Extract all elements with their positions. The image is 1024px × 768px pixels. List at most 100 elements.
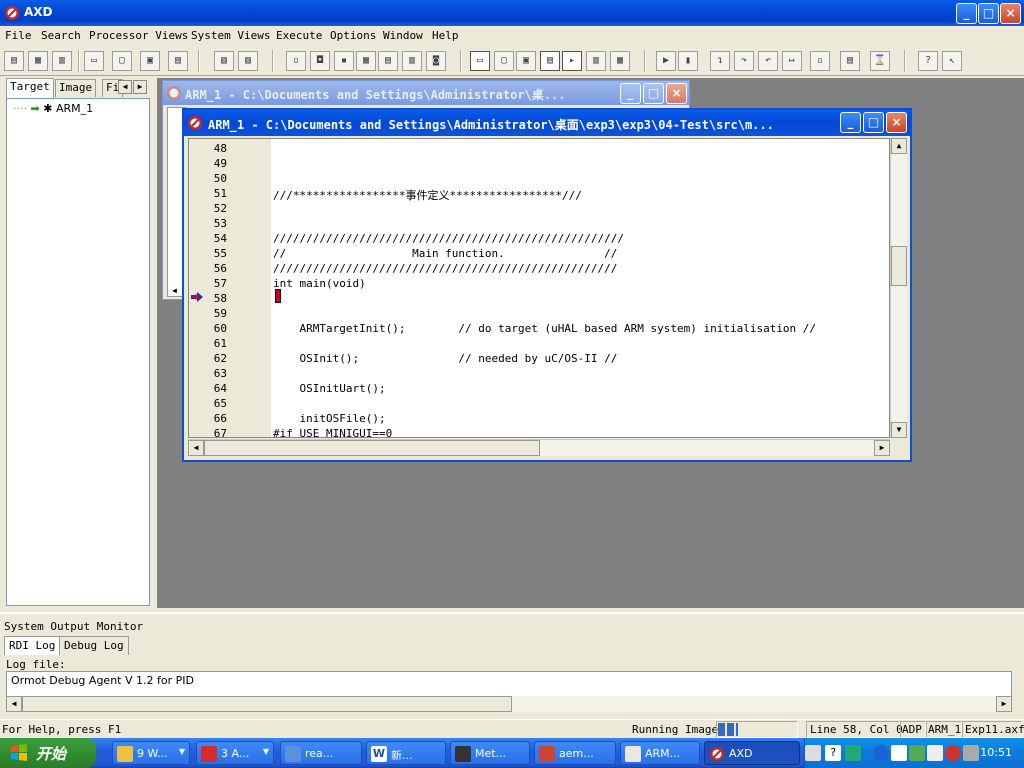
task-arm[interactable]: ARM... bbox=[620, 741, 700, 765]
close-button[interactable]: × bbox=[1000, 3, 1021, 24]
variables-view-icon[interactable]: ◘ bbox=[310, 51, 330, 71]
system-view-2-icon[interactable]: ▢ bbox=[494, 51, 514, 71]
display-icon[interactable] bbox=[963, 745, 979, 761]
horizontal-scroll-thumb[interactable] bbox=[204, 440, 540, 456]
step-in-icon[interactable]: ↴ bbox=[710, 51, 730, 71]
load-session-icon[interactable]: ▥ bbox=[52, 51, 72, 71]
network-icon[interactable] bbox=[891, 745, 907, 761]
line-number[interactable]: 57 bbox=[207, 277, 227, 290]
scroll-down-icon[interactable]: ▼ bbox=[891, 422, 907, 438]
run-to-cursor-icon[interactable]: ↦ bbox=[782, 51, 802, 71]
log-horizontal-scrollbar[interactable]: ◀ ▶ bbox=[6, 696, 1012, 712]
context-help-icon[interactable]: ↖ bbox=[942, 51, 962, 71]
system-view-3-icon[interactable]: ▣ bbox=[516, 51, 536, 71]
fg-maximize-button[interactable]: □ bbox=[863, 112, 884, 133]
vertical-scroll-thumb[interactable] bbox=[891, 246, 907, 286]
line-number[interactable]: 54 bbox=[207, 232, 227, 245]
go-icon[interactable]: ▶ bbox=[656, 51, 676, 71]
clipboard-icon[interactable]: ▤ bbox=[168, 51, 188, 71]
keyboard-icon[interactable] bbox=[805, 745, 821, 761]
tab-rdi-log[interactable]: RDI Log bbox=[4, 636, 61, 655]
open-file-icon[interactable]: ▭ bbox=[84, 51, 104, 71]
bg-minimize-button[interactable]: _ bbox=[620, 83, 641, 104]
log-scroll-right-icon[interactable]: ▶ bbox=[996, 696, 1012, 712]
line-number[interactable]: 67 bbox=[207, 427, 227, 437]
line-number[interactable]: 58 bbox=[207, 292, 227, 305]
source-window-active[interactable]: ARM_1 - C:\Documents and Settings\Admini… bbox=[182, 108, 912, 462]
fg-window-title-bar[interactable]: ARM_1 - C:\Documents and Settings\Admini… bbox=[184, 110, 910, 136]
code-line[interactable]: ARMTargetInit(); // do target (uHAL base… bbox=[273, 322, 816, 335]
line-number[interactable]: 59 bbox=[207, 307, 227, 320]
code-line[interactable]: int main(void) bbox=[273, 277, 366, 290]
code-line[interactable]: // Main function. // bbox=[273, 247, 617, 260]
line-number[interactable]: 63 bbox=[207, 367, 227, 380]
menu-system-views[interactable]: System Views bbox=[191, 29, 270, 42]
menu-options[interactable]: Options bbox=[330, 29, 376, 42]
hourglass-icon[interactable]: ⌛ bbox=[870, 51, 890, 71]
load-image-icon[interactable]: ▤ bbox=[4, 51, 24, 71]
copy-icon[interactable]: ▢ bbox=[112, 51, 132, 71]
line-number[interactable]: 51 bbox=[207, 187, 227, 200]
code-line[interactable]: ///*****************事件定义****************… bbox=[273, 187, 582, 203]
minimize-button[interactable]: _ bbox=[956, 3, 977, 24]
bg-maximize-button[interactable]: □ bbox=[643, 83, 664, 104]
line-number[interactable]: 48 bbox=[207, 142, 227, 155]
line-number[interactable]: 62 bbox=[207, 352, 227, 365]
line-number[interactable]: 66 bbox=[207, 412, 227, 425]
fg-close-button[interactable]: × bbox=[886, 112, 907, 133]
volume-icon[interactable] bbox=[909, 745, 925, 761]
menu-window[interactable]: Window bbox=[383, 29, 423, 42]
ime-icon[interactable] bbox=[845, 745, 861, 761]
help-icon[interactable]: ? bbox=[918, 51, 938, 71]
disassembly-view-icon[interactable]: ▤ bbox=[378, 51, 398, 71]
menu-file[interactable]: File bbox=[5, 29, 32, 42]
command-line-icon[interactable]: ▸ bbox=[562, 51, 582, 71]
tab-target[interactable]: Target bbox=[6, 78, 54, 98]
menu-execute[interactable]: Execute bbox=[276, 29, 322, 42]
show-hidden-icons-chevron-icon[interactable] bbox=[873, 745, 889, 761]
toggle-breakpoint-icon[interactable]: ▫ bbox=[810, 51, 830, 71]
start-button[interactable]: 开始 bbox=[0, 738, 96, 768]
reload-image-icon[interactable]: ▦ bbox=[28, 51, 48, 71]
memory-view-icon[interactable]: ▦ bbox=[356, 51, 376, 71]
bg-scroll-left-icon[interactable]: ◀ bbox=[172, 286, 177, 295]
line-number[interactable]: 49 bbox=[207, 157, 227, 170]
system-view-1-icon[interactable]: ▭ bbox=[470, 51, 490, 71]
line-number[interactable]: 60 bbox=[207, 322, 227, 335]
step-out-icon[interactable]: ↶ bbox=[758, 51, 778, 71]
system-view-4-icon[interactable]: ▤ bbox=[540, 51, 560, 71]
line-number[interactable]: 55 bbox=[207, 247, 227, 260]
scroll-left-icon[interactable]: ◀ bbox=[188, 440, 204, 456]
line-number[interactable]: 50 bbox=[207, 172, 227, 185]
step-icon[interactable]: ↷ bbox=[734, 51, 754, 71]
task-explorer[interactable]: 9 W... ▼ bbox=[112, 741, 190, 765]
task-word[interactable]: W 新... bbox=[366, 741, 446, 765]
find-next-icon[interactable]: ▨ bbox=[238, 51, 258, 71]
menu-processor-views[interactable]: Processor Views bbox=[89, 29, 188, 42]
log-scroll-left-icon[interactable]: ◀ bbox=[6, 696, 22, 712]
log-scroll-thumb[interactable] bbox=[22, 696, 512, 712]
bg-close-button[interactable]: × bbox=[666, 83, 687, 104]
horizontal-scrollbar[interactable]: ◀ ▶ bbox=[188, 439, 890, 456]
line-number[interactable]: 64 bbox=[207, 382, 227, 395]
task-readme[interactable]: rea... bbox=[280, 741, 362, 765]
tab-image[interactable]: Image bbox=[55, 79, 97, 97]
breakpoint-list-icon[interactable]: ▤ bbox=[840, 51, 860, 71]
scroll-right-icon[interactable]: ▶ bbox=[874, 440, 890, 456]
paste-icon[interactable]: ▣ bbox=[140, 51, 160, 71]
watch-view-icon[interactable]: ▪ bbox=[334, 51, 354, 71]
source-code-editor[interactable]: 48 49 50 51 52 53 54 55 56 57 58 59 60 61 62 63 64 65 66 67… bbox=[188, 138, 890, 438]
code-line[interactable]: initOSFile(); bbox=[273, 412, 385, 425]
help-tray-icon[interactable]: ? bbox=[825, 745, 841, 761]
fg-minimize-button[interactable]: _ bbox=[840, 112, 861, 133]
scroll-up-icon[interactable]: ▲ bbox=[891, 138, 907, 154]
restore-button[interactable]: □ bbox=[978, 3, 999, 24]
task-aem[interactable]: aem... bbox=[534, 741, 616, 765]
locals-view-icon[interactable]: ◙ bbox=[426, 51, 446, 71]
registers-view-icon[interactable]: ▫ bbox=[286, 51, 306, 71]
line-number[interactable]: 61 bbox=[207, 337, 227, 350]
task-acrobat[interactable]: 3 A... ▼ bbox=[196, 741, 274, 765]
bg-window-title-bar[interactable]: ARM_1 - C:\Documents and Settings\Admini… bbox=[163, 81, 689, 105]
code-line[interactable]: ////////////////////////////////////////… bbox=[273, 232, 624, 245]
code-line[interactable]: ////////////////////////////////////////… bbox=[273, 262, 617, 275]
